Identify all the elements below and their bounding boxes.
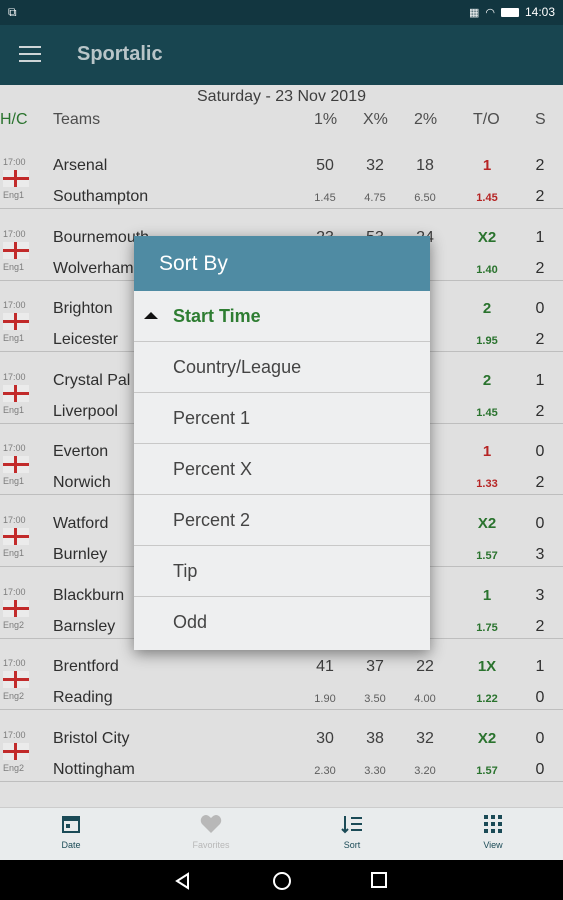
no-sim-icon: ▦ (468, 6, 480, 19)
nav-sort[interactable]: Sort (312, 814, 392, 850)
recents-icon[interactable] (371, 872, 388, 889)
heart-icon (200, 815, 222, 833)
bottom-navigation: Date Favorites Sort View (0, 807, 563, 861)
battery-icon (500, 7, 519, 17)
sort-option-label: Percent 1 (173, 408, 251, 428)
sort-option[interactable]: Percent 1 (134, 393, 430, 444)
grid-icon (484, 815, 502, 833)
nav-sort-label: Sort (343, 840, 361, 850)
calendar-icon (62, 816, 80, 833)
sort-option-label: Odd (173, 612, 208, 632)
wifi-icon: ◠ (485, 6, 495, 19)
system-navigation-bar (0, 860, 563, 900)
sort-option[interactable]: Tip (134, 546, 430, 597)
nav-view-label: View (483, 840, 503, 850)
sort-ascending-icon (144, 312, 158, 319)
status-bar: ⧉ ▦ ◠ 14:03 (0, 0, 563, 25)
sort-option[interactable]: Start Time (134, 291, 430, 342)
dialog-header: Sort By (134, 236, 430, 291)
sort-option[interactable]: Percent 2 (134, 495, 430, 546)
sort-option[interactable]: Country/League (134, 342, 430, 393)
dialog-title: Sort By (159, 252, 228, 275)
sort-option-label: Tip (173, 561, 198, 581)
sort-option[interactable]: Odd (134, 597, 430, 647)
sort-dialog: Sort By Start Time Country/League Percent … (134, 236, 430, 650)
back-icon[interactable] (174, 872, 192, 890)
nav-view[interactable]: View (453, 814, 533, 850)
notification-icon: ⧉ (8, 5, 17, 19)
sort-option-label: Country/League (173, 357, 302, 377)
sort-option[interactable]: Percent X (134, 444, 430, 495)
sort-option-label: Start Time (173, 306, 261, 326)
sort-option-label: Percent 2 (173, 510, 251, 530)
sort-option-label: Percent X (173, 459, 253, 479)
nav-date-label: Date (61, 840, 81, 850)
nav-date[interactable]: Date (31, 814, 111, 850)
status-time: 14:03 (524, 5, 555, 19)
home-icon[interactable] (272, 871, 292, 891)
nav-favorites-label: Favorites (192, 840, 230, 850)
nav-favorites[interactable]: Favorites (171, 814, 251, 850)
sort-icon (341, 816, 362, 834)
